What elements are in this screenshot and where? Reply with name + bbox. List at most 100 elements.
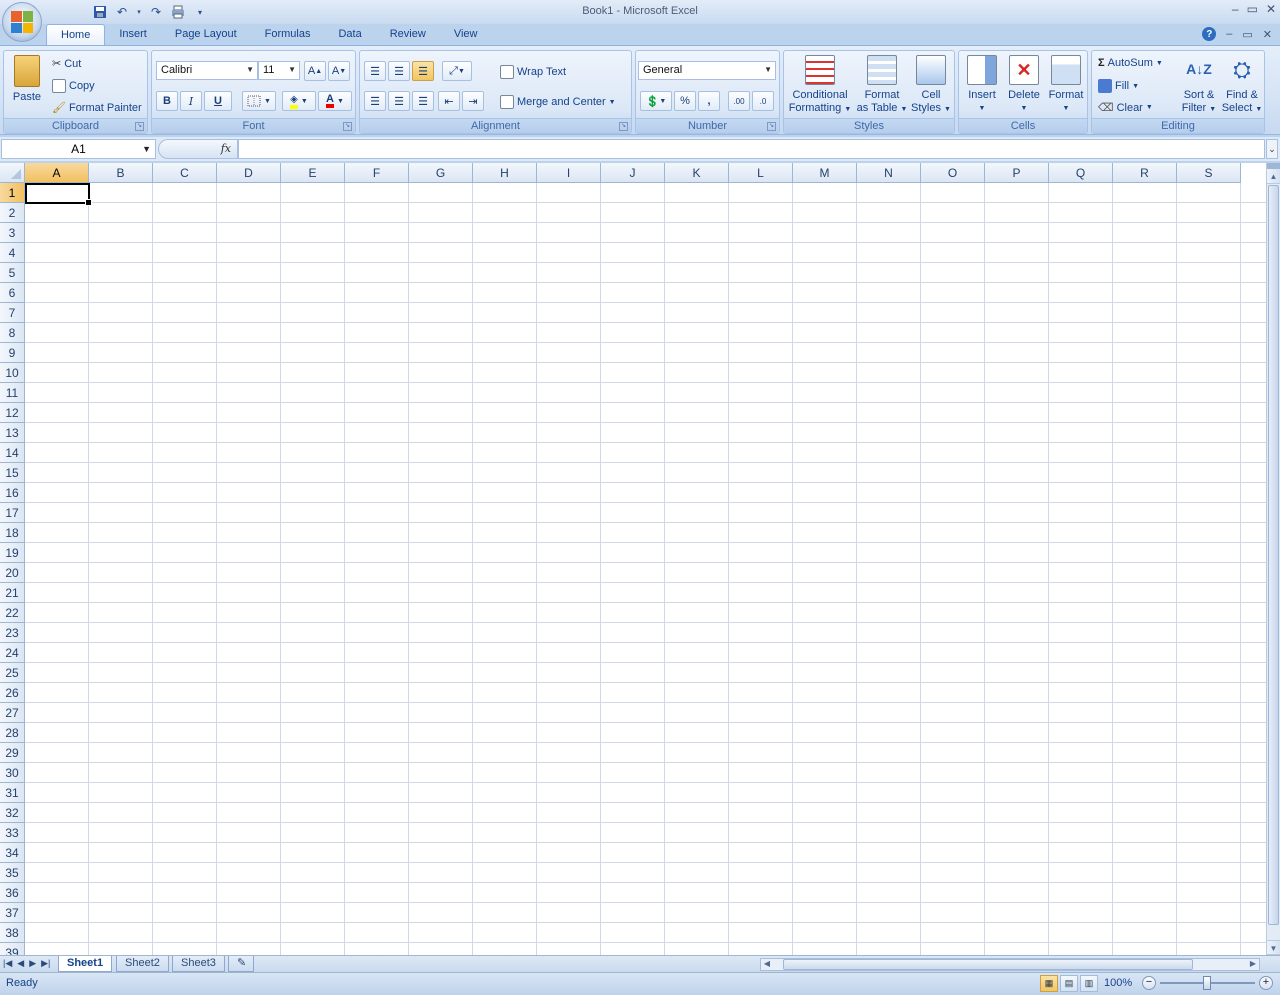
zoom-in-icon[interactable]: + [1259,976,1273,990]
orientation-button[interactable]: ⤢ ▼ [442,61,472,81]
paste-button[interactable]: Paste [8,55,46,104]
row-header-32[interactable]: 32 [0,803,25,823]
active-cell-a1[interactable] [25,183,92,206]
column-header-s[interactable]: S [1177,163,1241,183]
page-break-view-icon[interactable]: ▥ [1080,975,1098,992]
prev-sheet-icon[interactable]: ◀ [17,958,24,969]
format-cells-button[interactable]: Format ▼ [1046,55,1086,115]
row-header-23[interactable]: 23 [0,623,25,643]
align-center-button[interactable]: ☰ [388,91,410,111]
row-header-22[interactable]: 22 [0,603,25,623]
page-layout-view-icon[interactable]: ▤ [1060,975,1078,992]
close-icon[interactable]: ✕ [1266,2,1276,16]
zoom-out-icon[interactable]: − [1142,976,1156,990]
conditional-formatting-button[interactable]: Conditional Formatting ▼ [787,55,853,116]
column-header-f[interactable]: F [345,163,409,183]
vertical-scroll-thumb[interactable] [1268,185,1279,925]
fill-button[interactable]: Fill ▼ [1098,79,1139,93]
minimize-icon[interactable]: – [1232,2,1239,16]
insert-sheet-icon[interactable]: ✎ [228,956,254,972]
row-header-38[interactable]: 38 [0,923,25,943]
column-header-e[interactable]: E [281,163,345,183]
sheet-tab-sheet1[interactable]: Sheet1 [58,956,113,972]
insert-function-button[interactable]: fx [221,142,231,155]
row-header-6[interactable]: 6 [0,283,25,303]
scroll-right-icon[interactable]: ▶ [1247,958,1259,970]
cut-button[interactable]: ✂ Cut [52,57,81,71]
horizontal-scroll-thumb[interactable] [783,959,1193,970]
accounting-format-button[interactable]: 💲 ▼ [640,91,672,111]
column-header-p[interactable]: P [985,163,1049,183]
tab-home[interactable]: Home [46,24,106,46]
column-header-i[interactable]: I [537,163,601,183]
copy-button[interactable]: Copy [52,79,95,93]
zoom-slider-thumb[interactable] [1203,976,1211,990]
wrap-text-button[interactable]: Wrap Text [500,65,566,79]
align-middle-button[interactable]: ☰ [388,61,410,81]
column-header-a[interactable]: A [25,163,89,183]
scroll-down-icon[interactable]: ▼ [1267,940,1280,955]
fill-color-button[interactable]: ◈ ▼ [282,91,316,111]
next-sheet-icon[interactable]: ▶ [29,958,36,969]
vertical-scrollbar[interactable]: ▲ ▼ [1266,163,1280,955]
scroll-up-icon[interactable]: ▲ [1267,169,1280,184]
shrink-font-button[interactable]: A ▼ [328,61,350,81]
row-header-8[interactable]: 8 [0,323,25,343]
number-format-select[interactable]: General ▼ [638,61,776,80]
font-color-button[interactable]: A ▼ [318,91,352,111]
ribbon-restore-icon[interactable]: ▭ [1242,28,1252,41]
column-header-m[interactable]: M [793,163,857,183]
row-header-26[interactable]: 26 [0,683,25,703]
office-button[interactable] [2,2,42,42]
tab-formulas[interactable]: Formulas [251,24,325,46]
sheet-tab-sheet3[interactable]: Sheet3 [172,956,225,972]
sheet-tab-sheet2[interactable]: Sheet2 [116,956,169,972]
ribbon-minimize-icon[interactable]: – [1226,28,1232,40]
increase-indent-button[interactable]: ⇥ [462,91,484,111]
row-header-36[interactable]: 36 [0,883,25,903]
row-header-10[interactable]: 10 [0,363,25,383]
horizontal-scrollbar[interactable]: ◀ ▶ [760,958,1260,971]
row-header-21[interactable]: 21 [0,583,25,603]
row-header-34[interactable]: 34 [0,843,25,863]
row-header-25[interactable]: 25 [0,663,25,683]
row-header-9[interactable]: 9 [0,343,25,363]
row-header-29[interactable]: 29 [0,743,25,763]
cells-area[interactable] [25,183,1266,955]
align-right-button[interactable]: ☰ [412,91,434,111]
cell-styles-button[interactable]: Cell Styles ▼ [910,55,952,116]
formula-input[interactable] [238,139,1265,159]
row-header-2[interactable]: 2 [0,203,25,223]
column-header-q[interactable]: Q [1049,163,1113,183]
column-header-n[interactable]: N [857,163,921,183]
bold-button[interactable]: B [156,91,178,111]
row-header-39[interactable]: 39 [0,943,25,955]
ribbon-close-icon[interactable]: ✕ [1263,28,1272,41]
alignment-launcher-icon[interactable]: ↘ [619,122,628,131]
borders-button[interactable]: ▼ [242,91,276,111]
decrease-decimal-button[interactable]: .0 [752,91,774,111]
align-bottom-button[interactable]: ☰ [412,61,434,81]
expand-formula-bar-icon[interactable]: ⌄ [1266,139,1278,159]
row-header-15[interactable]: 15 [0,463,25,483]
normal-view-icon[interactable]: ▦ [1040,975,1058,992]
row-header-30[interactable]: 30 [0,763,25,783]
row-header-7[interactable]: 7 [0,303,25,323]
row-header-17[interactable]: 17 [0,503,25,523]
merge-center-button[interactable]: Merge and Center ▼ [500,95,616,109]
row-header-33[interactable]: 33 [0,823,25,843]
zoom-level[interactable]: 100% [1104,977,1132,989]
format-painter-button[interactable]: 🖌 Format Painter [52,101,142,115]
align-top-button[interactable]: ☰ [364,61,386,81]
last-sheet-icon[interactable]: ▶| [41,958,50,969]
row-header-35[interactable]: 35 [0,863,25,883]
align-left-button[interactable]: ☰ [364,91,386,111]
scroll-left-icon[interactable]: ◀ [761,958,773,970]
column-header-l[interactable]: L [729,163,793,183]
row-header-13[interactable]: 13 [0,423,25,443]
tab-data[interactable]: Data [324,24,375,46]
tab-page-layout[interactable]: Page Layout [161,24,251,46]
chevron-down-icon[interactable]: ▼ [142,144,151,154]
row-header-14[interactable]: 14 [0,443,25,463]
italic-button[interactable]: I [180,91,202,111]
